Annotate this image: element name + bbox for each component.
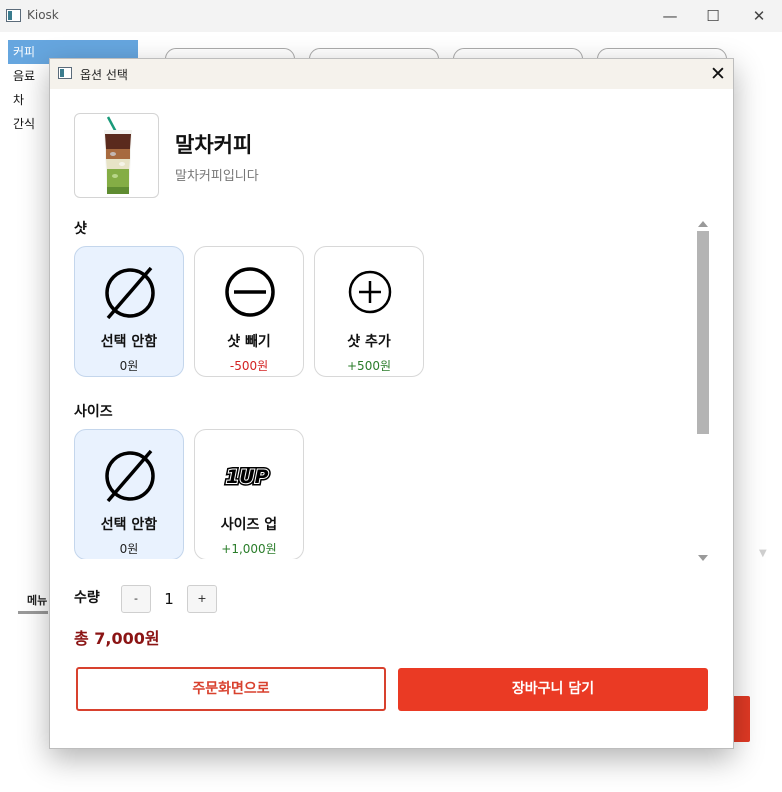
size-up-1up-icon: 1UP 1UP 1UP: [224, 464, 272, 491]
scroll-down-arrow-icon[interactable]: [697, 553, 709, 563]
option-label: 선택 안함: [100, 334, 158, 350]
circled-minus-icon: [225, 267, 275, 317]
option-price: +1,000원: [221, 542, 277, 556]
option-card-shot-none[interactable]: 선택 안함 0원: [74, 246, 184, 377]
dialog-title: 옵션 선택: [80, 68, 128, 82]
back-to-order-button[interactable]: 주문화면으로: [76, 667, 386, 711]
empty-set-icon: [105, 266, 155, 320]
menu-tab[interactable]: 메뉴: [18, 588, 48, 614]
product-description: 말차커피입니다: [175, 169, 259, 184]
option-card-shot-minus[interactable]: 샷 빼기 -500원: [194, 246, 304, 377]
dialog-titlebar: 옵션 선택 ✕: [50, 59, 733, 89]
quantity-decrease-button[interactable]: -: [121, 585, 151, 613]
app-icon: [6, 9, 21, 22]
option-label: 샷 빼기: [227, 334, 271, 350]
option-card-shot-plus[interactable]: 샷 추가 +500원: [314, 246, 424, 377]
option-label: 사이즈 업: [220, 517, 278, 533]
scrollbar-thumb[interactable]: [697, 231, 709, 434]
option-price: 0원: [119, 359, 139, 373]
option-group-title-size: 사이즈: [74, 404, 113, 420]
app-icon: [58, 67, 72, 79]
maximize-icon[interactable]: ☐: [695, 4, 731, 28]
close-icon[interactable]: ✕: [706, 62, 730, 86]
svg-text:1UP: 1UP: [226, 466, 269, 488]
option-dialog: 옵션 선택 ✕ 말차커피 말차커피입니다 샷 선택 안함 0원 샷 빼기 -50…: [49, 58, 734, 749]
minimize-icon[interactable]: —: [652, 4, 688, 28]
option-card-size-up[interactable]: 1UP 1UP 1UP 사이즈 업 +1,000원: [194, 429, 304, 559]
option-label: 샷 추가: [347, 334, 391, 350]
quantity-increase-button[interactable]: +: [187, 585, 217, 613]
scroll-down-arrow-icon[interactable]: ▼: [759, 548, 767, 559]
option-label: 선택 안함: [100, 517, 158, 533]
option-price: 0원: [119, 542, 139, 556]
product-name: 말차커피: [175, 133, 253, 157]
option-card-size-none[interactable]: 선택 안함 0원: [74, 429, 184, 559]
add-to-cart-button[interactable]: 장바구니 담기: [398, 668, 708, 711]
quantity-label: 수량: [74, 590, 100, 606]
options-scroll-area[interactable]: 샷 선택 안함 0원 샷 빼기 -500원 샷 추가 +500원 사이즈 선택 …: [74, 217, 694, 559]
scroll-up-arrow-icon[interactable]: [697, 219, 709, 229]
close-icon[interactable]: ✕: [741, 4, 777, 28]
option-group-title-shot: 샷: [74, 221, 87, 237]
empty-set-icon: [105, 449, 155, 503]
window-titlebar: Kiosk — ☐ ✕: [0, 0, 782, 32]
option-price: +500원: [347, 359, 391, 373]
total-price: 총 7,000원: [74, 629, 160, 648]
quantity-value: 1: [164, 590, 174, 608]
product-image: [74, 113, 159, 198]
window-title: Kiosk: [27, 8, 59, 22]
circled-plus-icon: [348, 270, 392, 314]
option-price: -500원: [229, 359, 269, 373]
